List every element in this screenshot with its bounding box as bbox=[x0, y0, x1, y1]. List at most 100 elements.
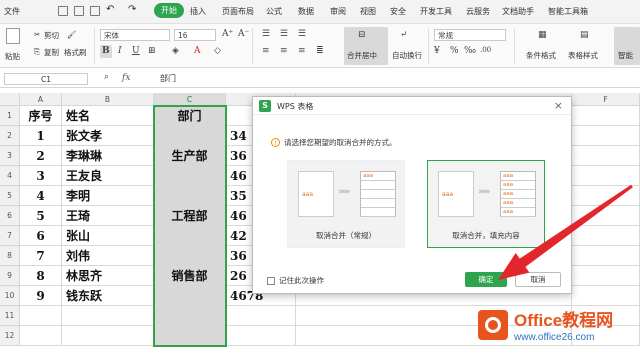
cell[interactable] bbox=[572, 286, 640, 306]
zoom-icon[interactable]: ⌕ bbox=[104, 72, 109, 82]
format-painter-button[interactable]: 格式刷 bbox=[64, 47, 87, 58]
border-icon[interactable]: ⊞ bbox=[148, 46, 156, 56]
cell[interactable] bbox=[572, 186, 640, 206]
table-header-cell[interactable]: 姓名 bbox=[62, 106, 154, 126]
copy-icon[interactable]: ⎘ bbox=[34, 47, 40, 57]
select-all-corner[interactable] bbox=[0, 93, 20, 106]
fill-color-icon[interactable]: ◈ bbox=[172, 46, 179, 56]
undo-icon[interactable]: ↶ bbox=[106, 4, 114, 15]
paste-icon[interactable] bbox=[6, 28, 20, 44]
cell[interactable] bbox=[572, 226, 640, 246]
cell[interactable] bbox=[572, 266, 640, 286]
row-header[interactable]: 8 bbox=[0, 246, 20, 266]
cell[interactable] bbox=[572, 206, 640, 226]
seq-cell[interactable]: 7 bbox=[20, 246, 62, 266]
distribute-icon[interactable]: ≣ bbox=[316, 46, 324, 56]
option-unmerge-normal[interactable]: aaa »»» aaa 取消合并（常规） bbox=[287, 160, 405, 248]
row-header[interactable]: 7 bbox=[0, 226, 20, 246]
menu-tab[interactable]: 数据 bbox=[298, 6, 314, 17]
font-name-select[interactable]: 宋体 bbox=[100, 29, 170, 41]
menu-tab[interactable]: 公式 bbox=[266, 6, 282, 17]
wrap-text-button[interactable]: 自动换行 bbox=[392, 50, 422, 61]
cell[interactable] bbox=[226, 326, 296, 346]
row-header[interactable]: 11 bbox=[0, 306, 20, 326]
name-cell[interactable]: 李明 bbox=[62, 186, 154, 206]
column-header[interactable]: B bbox=[62, 93, 154, 106]
cell[interactable] bbox=[62, 306, 154, 326]
merge-center-button[interactable]: 合并居中 bbox=[347, 50, 377, 61]
cell[interactable] bbox=[572, 106, 640, 126]
format-painter-icon[interactable]: 🖌 bbox=[67, 30, 77, 39]
menu-tab[interactable]: 云服务 bbox=[466, 6, 490, 17]
name-cell[interactable]: 刘伟 bbox=[62, 246, 154, 266]
menu-tab[interactable]: 插入 bbox=[190, 6, 206, 17]
copy-button[interactable]: 复制 bbox=[44, 47, 59, 58]
row-header[interactable]: 3 bbox=[0, 146, 20, 166]
menu-tab[interactable]: 文档助手 bbox=[502, 6, 534, 17]
row-header[interactable]: 6 bbox=[0, 206, 20, 226]
cell[interactable] bbox=[572, 146, 640, 166]
cut-icon[interactable]: ✂ bbox=[34, 30, 40, 39]
name-cell[interactable]: 王友良 bbox=[62, 166, 154, 186]
save-icon[interactable] bbox=[58, 6, 68, 16]
seq-cell[interactable]: 4 bbox=[20, 186, 62, 206]
ok-button[interactable]: 确定 bbox=[465, 272, 507, 287]
seq-cell[interactable]: 8 bbox=[20, 266, 62, 286]
seq-cell[interactable]: 1 bbox=[20, 126, 62, 146]
italic-icon[interactable]: I bbox=[118, 46, 122, 56]
cut-button[interactable]: 剪切 bbox=[44, 30, 59, 41]
seq-cell[interactable]: 3 bbox=[20, 166, 62, 186]
font-grow-icon[interactable]: A⁺ bbox=[222, 29, 233, 39]
percent-icon[interactable]: % bbox=[450, 46, 459, 56]
smart-button[interactable]: 智能 bbox=[618, 50, 633, 61]
menu-tab[interactable]: 审阅 bbox=[330, 6, 346, 17]
cell[interactable] bbox=[572, 246, 640, 266]
seq-cell[interactable]: 2 bbox=[20, 146, 62, 166]
close-icon[interactable]: × bbox=[554, 99, 563, 112]
menu-tab[interactable]: 智能工具箱 bbox=[548, 6, 588, 17]
align-right-icon[interactable]: ≡ bbox=[298, 46, 306, 56]
menu-tab[interactable]: 开发工具 bbox=[420, 6, 452, 17]
name-cell[interactable]: 张文孝 bbox=[62, 126, 154, 146]
print-icon[interactable] bbox=[74, 6, 84, 16]
table-header-cell[interactable]: 序号 bbox=[20, 106, 62, 126]
row-header[interactable]: 1 bbox=[0, 106, 20, 126]
name-cell[interactable]: 林思齐 bbox=[62, 266, 154, 286]
currency-icon[interactable]: ¥ bbox=[434, 46, 440, 56]
fx-icon[interactable]: fx bbox=[122, 73, 130, 83]
checkbox-box[interactable] bbox=[267, 276, 275, 285]
column-header[interactable]: F bbox=[572, 93, 640, 106]
clear-icon[interactable]: ◇ bbox=[214, 46, 221, 56]
cell[interactable] bbox=[226, 306, 296, 326]
align-top-icon[interactable]: ☰ bbox=[262, 29, 270, 39]
align-bottom-icon[interactable]: ☰ bbox=[298, 29, 306, 39]
font-shrink-icon[interactable]: A⁻ bbox=[238, 29, 249, 39]
align-center-icon[interactable]: ≡ bbox=[280, 46, 288, 56]
align-middle-icon[interactable]: ☰ bbox=[280, 29, 288, 39]
name-cell[interactable]: 钱东跃 bbox=[62, 286, 154, 306]
cell[interactable] bbox=[20, 326, 62, 346]
remember-checkbox[interactable]: 记住此次操作 bbox=[267, 275, 324, 286]
menu-tab[interactable]: 视图 bbox=[360, 6, 376, 17]
name-cell[interactable]: 李琳琳 bbox=[62, 146, 154, 166]
cell[interactable] bbox=[20, 306, 62, 326]
cancel-button[interactable]: 取消 bbox=[515, 272, 561, 287]
number-format-select[interactable]: 常规 bbox=[434, 29, 506, 41]
name-cell[interactable]: 张山 bbox=[62, 226, 154, 246]
row-header[interactable]: 2 bbox=[0, 126, 20, 146]
menu-file[interactable]: 文件 bbox=[4, 6, 20, 17]
redo-icon[interactable]: ↷ bbox=[128, 4, 136, 15]
cell[interactable] bbox=[62, 326, 154, 346]
row-header[interactable]: 5 bbox=[0, 186, 20, 206]
decimal-icon[interactable]: .00 bbox=[480, 46, 491, 54]
row-header[interactable]: 9 bbox=[0, 266, 20, 286]
table-style-button[interactable]: 表格样式 bbox=[568, 50, 598, 61]
formula-input[interactable]: 部门 bbox=[160, 73, 176, 84]
menu-tab[interactable]: 安全 bbox=[390, 6, 406, 17]
row-header[interactable]: 4 bbox=[0, 166, 20, 186]
column-header[interactable]: A bbox=[20, 93, 62, 106]
preview-icon[interactable] bbox=[90, 6, 100, 16]
conditional-format-button[interactable]: 条件格式 bbox=[526, 50, 556, 61]
bold-icon[interactable]: B bbox=[102, 46, 110, 56]
row-header[interactable]: 10 bbox=[0, 286, 20, 306]
